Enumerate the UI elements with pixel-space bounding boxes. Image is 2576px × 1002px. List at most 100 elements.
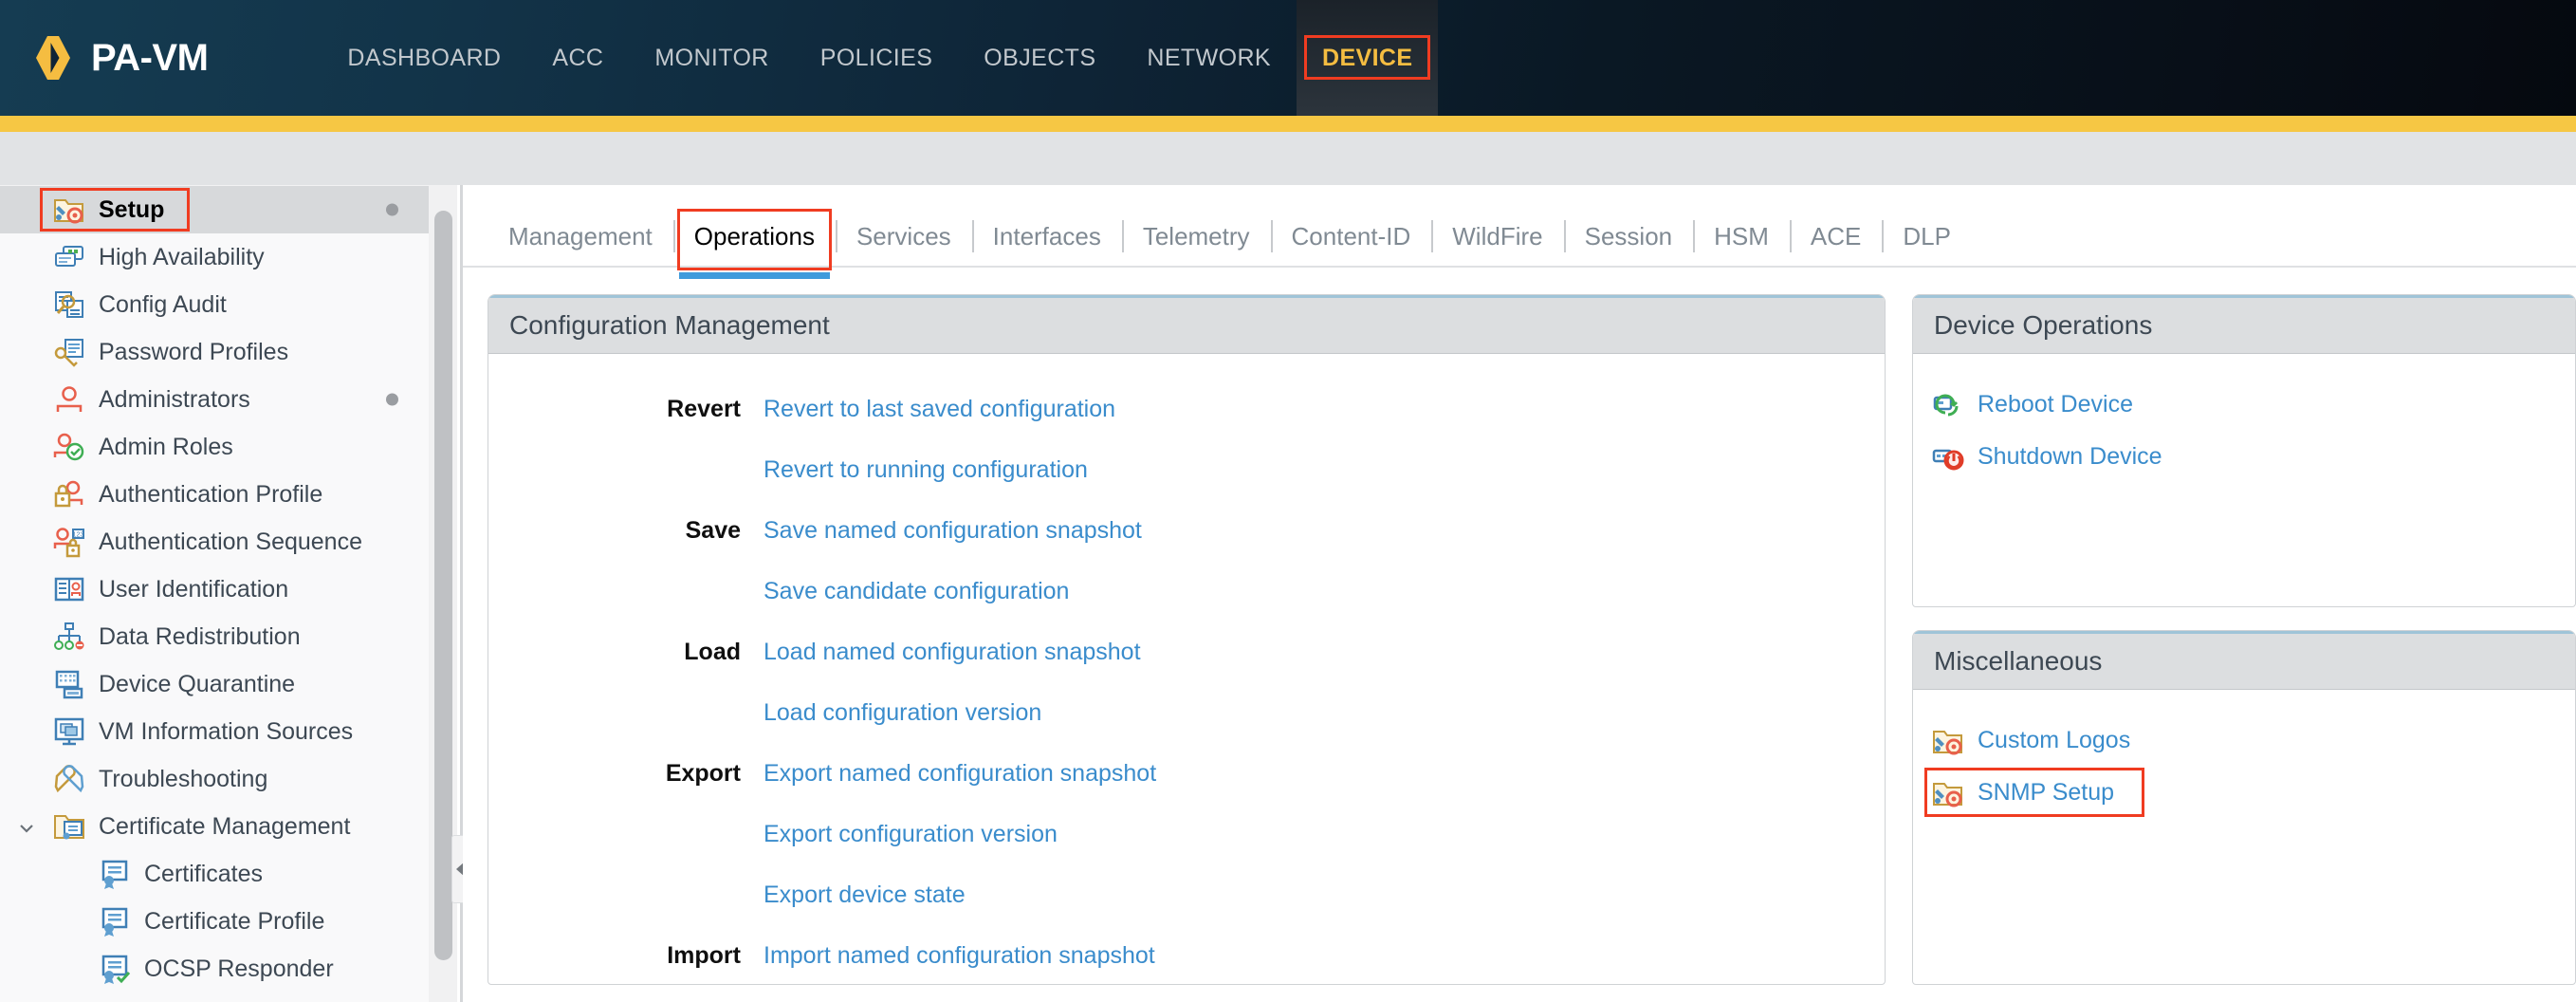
brand: PA-VM [34, 34, 208, 82]
link-save-named-snapshot[interactable]: Save named configuration snapshot [764, 517, 1142, 545]
link-import-named-snapshot[interactable]: Import named configuration snapshot [764, 942, 1155, 970]
sidebar-item-device-quarantine[interactable]: Device Quarantine [0, 660, 429, 708]
panel-body: Revert Revert to last saved configuratio… [488, 354, 1885, 985]
link-snmp-setup[interactable]: SNMP Setup [1978, 779, 2114, 807]
sidebar-item-certificate-management[interactable]: Certificate Management [0, 803, 429, 850]
config-row-revert: Revert Revert to last saved configuratio… [488, 379, 1885, 439]
tab-dlp[interactable]: DLP [1882, 207, 1972, 266]
nav-item-objects[interactable]: OBJECTS [958, 0, 1121, 116]
link-export-config-version[interactable]: Export configuration version [764, 821, 1058, 848]
sidebar-item-data-redistribution[interactable]: Data Redistribution [0, 613, 429, 660]
folder-wrench-gear-icon [1932, 777, 1964, 809]
nav-label: OBJECTS [984, 45, 1095, 72]
configuration-management-panel: Configuration Management Revert Revert t… [488, 294, 1886, 985]
sidebar-item-label: VM Information Sources [99, 718, 353, 746]
sidebar-item-admin-roles[interactable]: Admin Roles [0, 423, 429, 471]
link-load-named-snapshot[interactable]: Load named configuration snapshot [764, 639, 1141, 666]
tab-operations[interactable]: Operations [673, 207, 836, 266]
tab-hsm[interactable]: HSM [1693, 207, 1790, 266]
sidebar-item-label: Device Quarantine [99, 671, 295, 698]
link-revert-running[interactable]: Revert to running configuration [764, 456, 1088, 484]
sidebar-item-authentication-sequence[interactable]: 123 Authentication Sequence [0, 518, 429, 566]
reboot-icon [1932, 389, 1964, 421]
sidebar-item-setup[interactable]: Setup [0, 186, 429, 233]
sidebar-item-vm-information-sources[interactable]: VM Information Sources [0, 708, 429, 755]
tab-wildfire[interactable]: WildFire [1431, 207, 1563, 266]
sidebar-item-user-identification[interactable]: User Identification [0, 566, 429, 613]
sidebar-item-label: Authentication Sequence [99, 529, 362, 556]
network-nodes-icon [53, 621, 85, 653]
sidebar-item-label: Troubleshooting [99, 766, 267, 793]
config-row: Export configuration version [488, 804, 1885, 864]
link-save-candidate[interactable]: Save candidate configuration [764, 578, 1069, 605]
tab-management[interactable]: Management [488, 207, 673, 266]
tab-ace[interactable]: ACE [1790, 207, 1882, 266]
status-dot [386, 204, 398, 216]
tab-label: Content-ID [1292, 222, 1411, 251]
sidebar-item-certificate-profile[interactable]: Certificate Profile [0, 898, 429, 945]
certificate-check-icon [99, 953, 131, 985]
sidebar-item-label: OCSP Responder [144, 956, 334, 983]
link-shutdown-device[interactable]: Shutdown Device [1978, 443, 2162, 471]
tab-services[interactable]: Services [836, 207, 972, 266]
sidebar-item-ocsp-responder[interactable]: OCSP Responder [0, 945, 429, 993]
folder-wrench-gear-icon [1932, 725, 1964, 757]
nav-item-monitor[interactable]: MONITOR [629, 0, 794, 116]
sidebar-scrollbar-thumb[interactable] [434, 211, 452, 960]
palo-alto-hex-logo-icon [34, 34, 76, 82]
tab-label: Telemetry [1143, 222, 1250, 251]
certificate-icon [99, 905, 131, 937]
sidebar-item-label: Setup [99, 196, 164, 224]
link-export-named-snapshot[interactable]: Export named configuration snapshot [764, 760, 1156, 788]
sidebar-item-label: Authentication Profile [99, 481, 322, 509]
link-export-device-state[interactable]: Export device state [764, 881, 966, 909]
nav-item-acc[interactable]: ACC [526, 0, 629, 116]
tab-telemetry[interactable]: Telemetry [1122, 207, 1271, 266]
link-reboot-device[interactable]: Reboot Device [1978, 391, 2133, 418]
user-lock-icon [53, 478, 85, 510]
key-document-icon [53, 336, 85, 368]
link-revert-last-saved[interactable]: Revert to last saved configuration [764, 396, 1115, 423]
sidebar-item-authentication-profile[interactable]: Authentication Profile [0, 471, 429, 518]
sidebar-item-certificates[interactable]: Certificates [0, 850, 429, 898]
tab-interfaces[interactable]: Interfaces [972, 207, 1122, 266]
sidebar-item-label: High Availability [99, 244, 265, 271]
nav-item-policies[interactable]: POLICIES [795, 0, 959, 116]
device-operations-panel: Device Operations Reboot De [1912, 294, 2576, 607]
sidebar-item-password-profiles[interactable]: Password Profiles [0, 328, 429, 376]
link-custom-logos[interactable]: Custom Logos [1978, 727, 2130, 754]
link-load-config-version[interactable]: Load configuration version [764, 699, 1041, 727]
panel-title: Miscellaneous [1913, 631, 2575, 690]
certificate-icon [99, 858, 131, 890]
sidebar-item-troubleshooting[interactable]: Troubleshooting [0, 755, 429, 803]
tab-content-id[interactable]: Content-ID [1271, 207, 1432, 266]
config-row: Load configuration version [488, 682, 1885, 743]
nav-item-device[interactable]: DEVICE [1297, 0, 1438, 116]
nav-label: NETWORK [1147, 45, 1271, 72]
chevron-down-icon[interactable] [17, 817, 36, 836]
config-row: Save candidate configuration [488, 561, 1885, 622]
row-label: Export [488, 760, 764, 788]
nav-item-network[interactable]: NETWORK [1121, 0, 1297, 116]
device-tab-strip: Management Operations Services Interface… [463, 185, 2576, 268]
tab-label: DLP [1903, 222, 1951, 251]
sidebar-item-administrators[interactable]: Administrators [0, 376, 429, 423]
sidebar-item-label: User Identification [99, 576, 288, 603]
wrench-screwdriver-icon [53, 763, 85, 795]
device-op-reboot: Reboot Device [1913, 379, 2575, 431]
sidebar-item-config-audit[interactable]: Config Audit [0, 281, 429, 328]
user-lock-numbers-icon: 123 [53, 526, 85, 558]
sidebar-item-label: Certificates [144, 861, 263, 888]
nav-item-dashboard[interactable]: DASHBOARD [322, 0, 526, 116]
misc-snmp-setup: SNMP Setup [1913, 767, 2575, 819]
tab-label: Services [856, 222, 951, 251]
row-label: Import [488, 942, 764, 970]
miscellaneous-panel: Miscellaneous Custom Logos [1912, 630, 2576, 985]
nav-label: ACC [552, 45, 603, 72]
tab-session[interactable]: Session [1564, 207, 1694, 266]
panel-title: Device Operations [1913, 295, 2575, 354]
panel-title: Configuration Management [488, 295, 1885, 354]
tab-label: WildFire [1452, 222, 1542, 251]
sidebar-item-high-availability[interactable]: High Availability [0, 233, 429, 281]
row-label: Save [488, 517, 764, 545]
